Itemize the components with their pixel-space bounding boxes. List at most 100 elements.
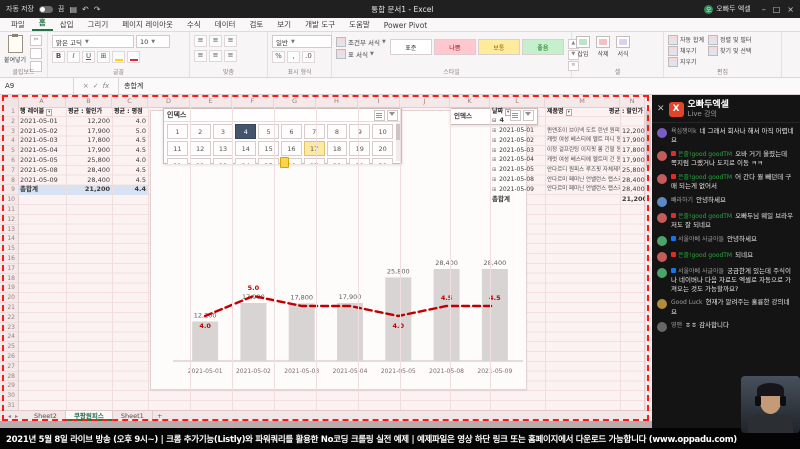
row-header-7[interactable]: 7 — [0, 166, 18, 176]
row-header-18[interactable]: 18 — [0, 274, 18, 284]
editing-button-자동 합계[interactable]: 자동 합계 — [668, 34, 704, 45]
align-top-icon[interactable]: ≡ — [194, 35, 207, 47]
column-header-H[interactable]: H — [316, 95, 358, 107]
slicer-item-4[interactable]: 4 — [235, 124, 257, 139]
ribbon-tab-보기[interactable]: 보기 — [270, 17, 298, 31]
collapse-icon[interactable]: ⊟ — [492, 118, 496, 124]
cancel-icon[interactable]: × — [83, 82, 89, 90]
slicer-item-1[interactable]: 1 — [167, 124, 188, 139]
editing-button-채우기[interactable]: 채우기 — [668, 45, 704, 56]
ribbon-tab-수식[interactable]: 수식 — [180, 17, 208, 31]
fx-icon[interactable]: fx — [103, 82, 110, 90]
slicer-item-13[interactable]: 13 — [212, 141, 234, 156]
column-header-G[interactable]: G — [274, 95, 316, 107]
row-header-21[interactable]: 21 — [0, 303, 18, 313]
slicer-item-27[interactable]: 27 — [303, 158, 325, 164]
close-button[interactable]: × — [787, 5, 794, 14]
slicer-item-5[interactable]: 5 — [258, 124, 279, 139]
row-header-1[interactable]: 1 — [0, 107, 18, 117]
align-center-icon[interactable]: ≡ — [209, 50, 222, 62]
number-format-select[interactable]: 일반 ▼ — [272, 35, 332, 48]
filter-dropdown-icon[interactable]: ▾ — [46, 109, 53, 116]
slicer-item-16[interactable]: 16 — [280, 141, 302, 156]
row-header-17[interactable]: 17 — [0, 264, 18, 274]
ribbon-tab-그리기[interactable]: 그리기 — [81, 17, 116, 31]
row-header-29[interactable]: 29 — [0, 381, 18, 392]
row-header-20[interactable]: 20 — [0, 293, 18, 303]
row-header-3[interactable]: 3 — [0, 127, 18, 137]
slicer-item-25[interactable]: 25 — [258, 158, 279, 164]
slicer-item-9[interactable]: 9 — [349, 124, 371, 139]
row-header-10[interactable]: 10 — [0, 195, 18, 205]
column-header-E[interactable]: E — [190, 95, 232, 107]
column-header-F[interactable]: F — [232, 95, 274, 107]
decimal-button[interactable]: .0 — [302, 51, 315, 63]
slicer-item-3[interactable]: 3 — [212, 124, 234, 139]
expand-icon[interactable]: ⊞ — [492, 148, 496, 154]
expand-icon[interactable]: ⊞ — [492, 177, 496, 183]
slicer-item-17[interactable]: 17 — [303, 141, 325, 156]
account-area[interactable]: 오 오빠두 엑셀 — [704, 4, 751, 14]
column-header-B[interactable]: B — [66, 95, 112, 107]
ribbon-tab-검토[interactable]: 검토 — [242, 17, 270, 31]
row-header-8[interactable]: 8 — [0, 176, 18, 186]
slicer-item-23[interactable]: 23 — [212, 158, 234, 164]
add-sheet-button[interactable]: + — [153, 411, 167, 421]
select-all-corner[interactable] — [0, 95, 19, 107]
slicer-item-6[interactable]: 6 — [280, 124, 302, 139]
row-header-4[interactable]: 4 — [0, 136, 18, 147]
slicer-item-14[interactable]: 14 — [235, 141, 257, 156]
comma-style-button[interactable]: , — [287, 51, 300, 63]
fill-color-button[interactable] — [112, 51, 125, 63]
borders-button[interactable]: ⊞ — [97, 51, 110, 63]
chat-messages[interactable]: 욕심쟁이k 네 그래서 회사나 해서 아직 어렵네요 은졸!good goodTM 오… — [652, 123, 800, 341]
percent-style-button[interactable]: % — [272, 51, 285, 63]
column-header-I[interactable]: I — [358, 95, 400, 107]
column-header-A[interactable]: A — [18, 95, 66, 107]
expand-icon[interactable]: ⊞ — [492, 157, 496, 163]
filter-dropdown-icon[interactable]: ▾ — [505, 109, 512, 116]
row-header-27[interactable]: 27 — [0, 362, 18, 372]
editing-button-지우기[interactable]: 지우기 — [668, 56, 704, 67]
row-header-22[interactable]: 22 — [0, 313, 18, 323]
column-header-J[interactable]: J — [400, 95, 450, 107]
align-right-icon[interactable]: ≡ — [224, 50, 237, 62]
multi-select-icon[interactable] — [374, 109, 385, 121]
name-box[interactable]: A9 — [0, 78, 74, 94]
editing-button-찾기 및 선택[interactable]: 찾기 및 선택 — [708, 45, 751, 56]
slicer-item-8[interactable]: 8 — [326, 124, 348, 139]
clear-filter-icon[interactable] — [387, 109, 398, 121]
row-header-28[interactable]: 28 — [0, 372, 18, 382]
ribbon-tab-홈[interactable]: 홈 — [31, 15, 53, 31]
row-header-16[interactable]: 16 — [0, 254, 18, 264]
enter-icon[interactable]: ✓ — [93, 82, 99, 90]
sheet-tab-Sheet1[interactable]: Sheet1 — [113, 411, 153, 421]
slicer-item-7[interactable]: 7 — [303, 124, 325, 139]
row-header-14[interactable]: 14 — [0, 234, 18, 245]
expand-icon[interactable]: ⊞ — [492, 187, 496, 193]
sheet-tab-쿠팡원피스[interactable]: 쿠팡원피스 — [65, 411, 113, 421]
row-header-12[interactable]: 12 — [0, 215, 18, 225]
row-header-5[interactable]: 5 — [0, 146, 18, 156]
cells-button-삭제[interactable]: 삭제 — [596, 36, 610, 58]
editing-button-정렬 및 필터[interactable]: 정렬 및 필터 — [708, 34, 751, 45]
cells-button-삽입[interactable]: 삽입 — [576, 36, 590, 58]
align-middle-icon[interactable]: ≡ — [209, 35, 222, 47]
conditional-formatting-button[interactable]: 조건부 서식 ▼ — [336, 37, 386, 47]
row-header-9[interactable]: 9 — [0, 185, 18, 196]
sheet-tab-Sheet2[interactable]: Sheet2 — [26, 411, 66, 421]
slicer-item-12[interactable]: 12 — [189, 141, 211, 156]
ribbon-tab-도움말[interactable]: 도움말 — [342, 17, 377, 31]
prev-sheet-icon[interactable]: ◂ — [8, 413, 11, 420]
slicer-item-10[interactable]: 10 — [372, 124, 393, 139]
expand-icon[interactable]: ⊞ — [492, 138, 496, 144]
filter-dropdown-icon[interactable]: ▾ — [565, 109, 572, 116]
column-header-N[interactable]: N — [620, 95, 645, 107]
ribbon-tab-데이터[interactable]: 데이터 — [208, 17, 243, 31]
slicer-item-21[interactable]: 21 — [167, 158, 188, 164]
slicer-item-30[interactable]: 30 — [372, 158, 393, 164]
row-header-26[interactable]: 26 — [0, 352, 18, 362]
worksheet[interactable]: ABCDEFGHIJKLMN 1 2 3 4 5 6 7 8 9 10 11 12 13 14 15 16 17… — [0, 95, 652, 410]
slicer-item-24[interactable]: 24 — [235, 158, 257, 164]
pivot-left[interactable]: 행 레이블 ▾ 평균 : 할인가 평균 : 평점 2021-05-01 12,200 4.0… — [18, 107, 148, 196]
